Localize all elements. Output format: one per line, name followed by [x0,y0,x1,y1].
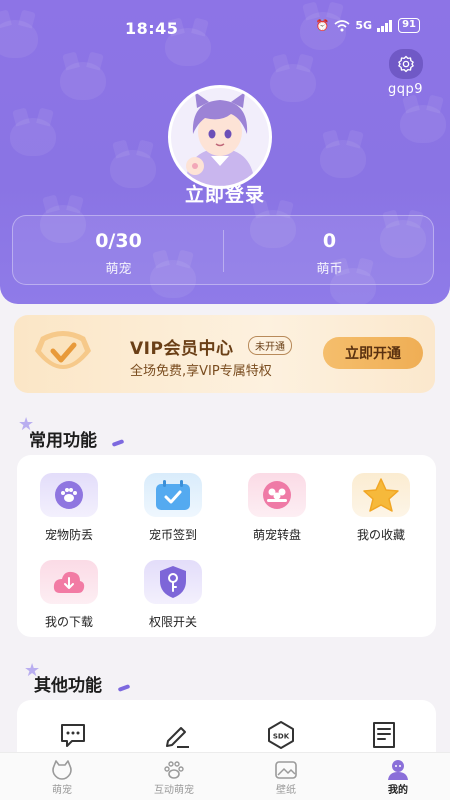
other-functions-title: 其他功能 [34,676,102,696]
func-pet-wheel[interactable]: 萌宠转盘 [225,473,329,543]
tab-me[interactable]: 我的 [342,759,450,796]
common-functions-card: 宠物防丢 宠币签到 萌宠转盘 我の收藏 我の下载 权限开关 [17,455,436,637]
status-time: 18:45 [125,19,179,38]
profile-header: 18:45 ⏰ 5G 91 gqp9 立即登录 0/30 萌宠 0 萌币 [0,0,450,304]
avatar-image [171,88,269,186]
func-label: 宠币签到 [148,528,197,542]
status-icons: ⏰ 5G 91 [316,18,420,33]
tab-wallpaper[interactable]: 壁纸 [230,759,342,796]
document-icon[interactable] [369,720,399,750]
wifi-icon [334,19,350,31]
tab-label: 壁纸 [276,785,296,796]
func-my-favorites[interactable]: 我の收藏 [329,473,433,543]
tab-pets[interactable]: 萌宠 [6,759,118,796]
func-label: 权限开关 [148,615,197,629]
signal-icon [377,19,393,32]
calendar-check-icon [144,473,202,517]
vip-activate-button[interactable]: 立即开通 [323,337,423,369]
func-permission-switch[interactable]: 权限开关 [121,560,225,630]
stat-pets-label: 萌宠 [105,262,132,277]
status-bar: 18:45 ⏰ 5G 91 [0,0,450,54]
stat-coins-value: 0 [322,230,337,252]
vip-status-badge: 未开通 [248,336,292,355]
message-icon[interactable] [58,720,88,750]
vip-badge-icon [35,331,91,369]
image-icon [230,759,342,781]
tab-label: 我的 [388,785,408,796]
profile-icon [342,759,450,781]
tab-interactive-pets[interactable]: 互动萌宠 [118,759,230,796]
network-label: 5G [355,19,373,32]
stat-pets[interactable]: 0/30 萌宠 [13,230,224,277]
pet-icon [6,759,118,781]
alarm-icon: ⏰ [315,19,330,32]
stat-coins-label: 萌币 [316,262,343,277]
avatar[interactable] [168,85,272,189]
func-coin-checkin[interactable]: 宠币签到 [121,473,225,543]
settings-button[interactable] [389,49,423,79]
func-label: 我の收藏 [356,528,405,542]
section-underline [117,684,131,692]
func-my-downloads[interactable]: 我の下载 [17,560,121,630]
vip-card[interactable]: VIP会员中心 未开通 全场免费,享VIP专属特权 立即开通 [14,315,435,393]
key-shield-icon [144,560,202,604]
tab-label: 萌宠 [52,785,72,796]
bottom-tab-bar: 萌宠 互动萌宠 壁纸 我的 [0,752,450,800]
tab-label: 互动萌宠 [154,785,194,796]
paw-icon [118,759,230,781]
gear-icon [398,55,414,73]
func-label: 我の下载 [44,615,93,629]
other-functions-card: SDK [17,700,436,760]
paw-icon [40,473,98,517]
login-button[interactable]: 立即登录 [0,180,450,207]
wheel-icon [248,473,306,517]
star-icon [352,473,410,517]
sdk-icon[interactable]: SDK [266,720,296,750]
stats-card: 0/30 萌宠 0 萌币 [12,215,434,285]
vip-subtitle: 全场免费,享VIP专属特权 [130,364,272,379]
user-id: gqp9 [388,82,424,97]
func-label: 宠物防丢 [44,528,93,542]
func-pet-antilost[interactable]: 宠物防丢 [17,473,121,543]
svg-text:SDK: SDK [273,733,290,741]
common-functions-title: 常用功能 [29,431,97,451]
edit-icon[interactable] [162,720,192,750]
download-cloud-icon [40,560,98,604]
func-label: 萌宠转盘 [252,528,301,542]
section-underline [111,439,125,447]
battery-icon: 91 [398,18,420,33]
stat-coins[interactable]: 0 萌币 [224,230,435,277]
vip-title: VIP会员中心 [130,339,234,359]
stat-pets-value: 0/30 [95,230,142,252]
